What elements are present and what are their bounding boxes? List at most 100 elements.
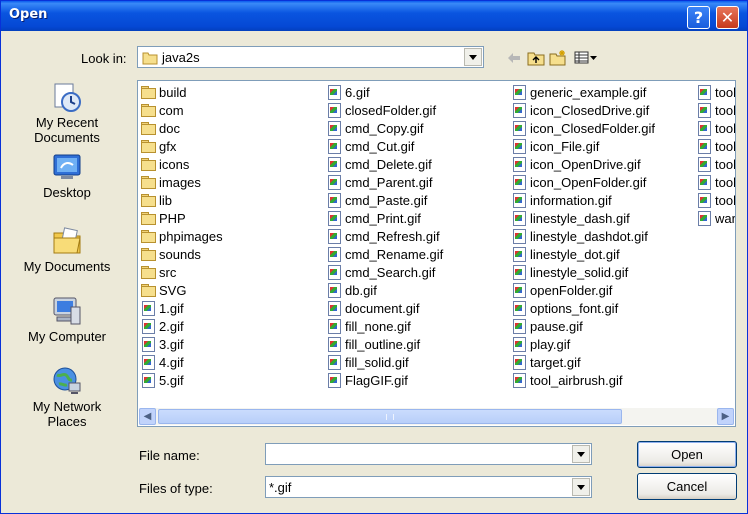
list-item[interactable]: generic_example.gif bbox=[511, 83, 655, 101]
place-my-computer[interactable]: My Computer bbox=[11, 295, 123, 344]
list-item[interactable]: linestyle_dot.gif bbox=[511, 245, 655, 263]
list-item[interactable]: com bbox=[140, 101, 223, 119]
file-name: gfx bbox=[159, 138, 177, 154]
list-item[interactable]: 2.gif bbox=[140, 317, 223, 335]
list-item[interactable]: FlagGIF.gif bbox=[326, 371, 443, 389]
list-item[interactable]: tool_airbrush.gif bbox=[511, 371, 655, 389]
list-item[interactable]: tool bbox=[696, 101, 735, 119]
list-item[interactable]: src bbox=[140, 263, 223, 281]
list-item[interactable]: tool bbox=[696, 191, 736, 209]
place-recent-documents[interactable]: My Recent Documents bbox=[11, 81, 123, 145]
list-item[interactable]: cmd_Print.gif bbox=[326, 209, 443, 227]
list-item[interactable]: closedFolder.gif bbox=[326, 101, 443, 119]
list-item[interactable]: fill_outline.gif bbox=[326, 335, 443, 353]
file-name-input[interactable] bbox=[265, 443, 592, 465]
list-item[interactable]: fill_solid.gif bbox=[326, 353, 443, 371]
list-item[interactable]: tool bbox=[696, 83, 735, 101]
list-item[interactable]: cmd_Paste.gif bbox=[326, 191, 443, 209]
list-item[interactable]: fill_none.gif bbox=[326, 317, 443, 335]
file-list[interactable]: build com doc gfx icons images lib PHP phpimages… bbox=[137, 80, 736, 427]
list-item[interactable]: sounds bbox=[140, 245, 223, 263]
list-item[interactable]: cmd_Search.gif bbox=[326, 263, 443, 281]
list-item[interactable]: icon_ClosedFolder.gif bbox=[511, 119, 655, 137]
list-item[interactable]: cmd_Copy.gif bbox=[326, 119, 443, 137]
place-my-documents[interactable]: My Documents bbox=[11, 225, 123, 274]
place-network-places[interactable]: My Network Places bbox=[11, 365, 123, 429]
open-button[interactable]: Open bbox=[637, 441, 737, 468]
list-item[interactable]: phpimages bbox=[140, 227, 223, 245]
file-name: tool bbox=[715, 156, 736, 172]
file-name: tool bbox=[715, 192, 736, 208]
back-icon[interactable] bbox=[505, 49, 523, 67]
gif-file-icon bbox=[696, 193, 712, 208]
list-item[interactable]: db.gif bbox=[326, 281, 443, 299]
list-item[interactable]: target.gif bbox=[511, 353, 655, 371]
file-name: 6.gif bbox=[345, 84, 370, 100]
scroll-right-icon[interactable]: ▶ bbox=[717, 408, 734, 425]
list-item[interactable]: linestyle_dashdot.gif bbox=[511, 227, 655, 245]
list-item[interactable]: information.gif bbox=[511, 191, 655, 209]
new-folder-icon[interactable] bbox=[549, 49, 567, 67]
file-name: 2.gif bbox=[159, 318, 184, 334]
list-item[interactable]: cmd_Parent.gif bbox=[326, 173, 443, 191]
my-computer-icon bbox=[51, 295, 83, 327]
file-name: sounds bbox=[159, 246, 201, 262]
list-item[interactable]: PHP bbox=[140, 209, 223, 227]
list-item[interactable]: icon_File.gif bbox=[511, 137, 655, 155]
list-item[interactable]: 1.gif bbox=[140, 299, 223, 317]
list-item[interactable]: 3.gif bbox=[140, 335, 223, 353]
gif-file-icon bbox=[326, 355, 342, 370]
list-item[interactable]: icon_ClosedDrive.gif bbox=[511, 101, 655, 119]
list-item[interactable]: pause.gif bbox=[511, 317, 655, 335]
chevron-down-icon[interactable] bbox=[572, 478, 590, 496]
list-item[interactable]: tool bbox=[696, 119, 735, 137]
list-item[interactable]: cmd_Delete.gif bbox=[326, 155, 443, 173]
help-icon[interactable]: ? bbox=[687, 6, 710, 29]
list-item[interactable]: options_font.gif bbox=[511, 299, 655, 317]
list-item[interactable]: cmd_Refresh.gif bbox=[326, 227, 443, 245]
cancel-button[interactable]: Cancel bbox=[637, 473, 737, 500]
list-item[interactable]: images bbox=[140, 173, 223, 191]
list-item[interactable]: cmd_Cut.gif bbox=[326, 137, 443, 155]
look-in-value: java2s bbox=[162, 50, 200, 65]
list-item[interactable]: icon_OpenDrive.gif bbox=[511, 155, 655, 173]
file-name: cmd_Parent.gif bbox=[345, 174, 433, 190]
place-desktop[interactable]: Desktop bbox=[11, 151, 123, 200]
view-menu-icon[interactable] bbox=[573, 49, 599, 67]
list-item[interactable]: play.gif bbox=[511, 335, 655, 353]
list-item[interactable]: 4.gif bbox=[140, 353, 223, 371]
list-item[interactable]: icons bbox=[140, 155, 223, 173]
gif-file-icon bbox=[140, 301, 156, 316]
look-in-dropdown[interactable]: java2s bbox=[137, 46, 484, 68]
list-item[interactable]: 6.gif bbox=[326, 83, 443, 101]
list-item[interactable]: build bbox=[140, 83, 223, 101]
list-item[interactable]: linestyle_solid.gif bbox=[511, 263, 655, 281]
list-item[interactable]: warı bbox=[696, 209, 735, 227]
title-bar[interactable]: Open ? ✕ bbox=[1, 1, 747, 31]
list-item[interactable]: tool bbox=[696, 173, 735, 191]
gif-file-icon bbox=[696, 157, 712, 172]
gif-file-icon bbox=[511, 103, 527, 118]
list-item[interactable]: tool bbox=[696, 155, 736, 173]
list-item[interactable]: openFolder.gif bbox=[511, 281, 655, 299]
list-item[interactable]: icon_OpenFolder.gif bbox=[511, 173, 655, 191]
window-title: Open bbox=[9, 7, 48, 22]
list-item[interactable]: lib bbox=[140, 191, 223, 209]
scroll-left-icon[interactable]: ◀ bbox=[139, 408, 156, 425]
scrollbar-thumb[interactable] bbox=[158, 409, 622, 424]
horizontal-scrollbar[interactable]: ◀ ▶ bbox=[139, 408, 734, 425]
gif-file-icon bbox=[696, 121, 712, 136]
list-item[interactable]: SVG bbox=[140, 281, 223, 299]
close-icon[interactable]: ✕ bbox=[716, 6, 739, 29]
list-item[interactable]: document.gif bbox=[326, 299, 443, 317]
list-item[interactable]: linestyle_dash.gif bbox=[511, 209, 655, 227]
files-of-type-select[interactable]: *.gif bbox=[265, 476, 592, 498]
list-item[interactable]: cmd_Rename.gif bbox=[326, 245, 443, 263]
chevron-down-icon[interactable] bbox=[464, 48, 482, 66]
up-folder-icon[interactable] bbox=[527, 49, 545, 67]
list-item[interactable]: gfx bbox=[140, 137, 223, 155]
chevron-down-icon[interactable] bbox=[572, 445, 590, 463]
list-item[interactable]: tool bbox=[696, 137, 735, 155]
list-item[interactable]: 5.gif bbox=[140, 371, 223, 389]
list-item[interactable]: doc bbox=[140, 119, 223, 137]
